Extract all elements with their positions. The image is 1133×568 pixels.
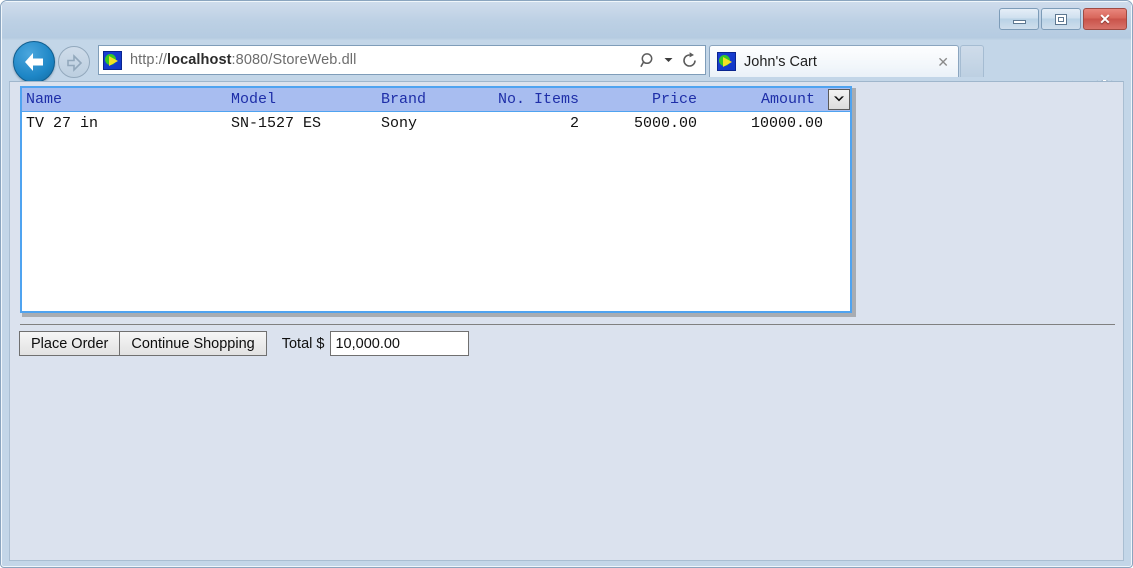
forward-button — [58, 46, 90, 78]
tab-favicon-icon — [717, 52, 736, 71]
column-header-brand[interactable]: Brand — [377, 91, 472, 108]
grid-column-chooser-button[interactable] — [828, 89, 850, 110]
cell-model: SN-1527 ES — [231, 115, 322, 132]
maximize-button[interactable] — [1041, 8, 1081, 30]
tab-johns-cart[interactable]: John's Cart ✕ — [709, 45, 959, 77]
cell-price: 5000.00 — [633, 115, 697, 132]
browser-window: ✕ http://localhost:8080/StoreWeb.dll Joh… — [0, 0, 1133, 568]
total-input[interactable]: 10,000.00 — [330, 331, 470, 356]
cart-grid[interactable]: Name Model Brand No. Items Price Amount — [20, 86, 852, 313]
address-url-text: http://localhost:8080/StoreWeb.dll — [130, 52, 356, 68]
grid-body: TV 27 in SN-1527 ES Sony 2 5000.00 10000… — [22, 112, 850, 135]
address-bar[interactable]: http://localhost:8080/StoreWeb.dll — [98, 45, 706, 75]
tab-close-icon[interactable]: ✕ — [937, 55, 949, 69]
window-controls: ✕ — [999, 8, 1127, 30]
column-header-name[interactable]: Name — [22, 91, 227, 108]
site-favicon-icon — [103, 50, 122, 70]
action-bar: Place Order Continue Shopping Total $ 10… — [19, 331, 470, 356]
cell-amount: 10000.00 — [750, 115, 823, 132]
title-bar: ✕ — [2, 2, 1131, 38]
new-tab-button[interactable] — [960, 45, 984, 77]
refresh-icon[interactable] — [678, 47, 700, 73]
tab-strip: John's Cart ✕ — [709, 45, 985, 78]
back-button[interactable] — [13, 41, 55, 83]
cell-brand: Sony — [381, 115, 418, 132]
column-header-model[interactable]: Model — [227, 91, 377, 108]
url-host: localhost — [166, 52, 232, 68]
close-icon: ✕ — [1084, 9, 1126, 29]
url-prefix: http:// — [130, 52, 167, 68]
search-icon[interactable] — [637, 47, 659, 73]
address-bar-buttons — [637, 47, 705, 73]
minimize-button[interactable] — [999, 8, 1039, 30]
page-content: Name Model Brand No. Items Price Amount — [9, 81, 1124, 561]
minimize-icon — [1000, 9, 1038, 29]
close-window-button[interactable]: ✕ — [1083, 8, 1127, 30]
place-order-button[interactable]: Place Order — [19, 331, 121, 356]
column-header-amount[interactable]: Amount — [701, 91, 819, 108]
column-header-price[interactable]: Price — [583, 91, 701, 108]
divider — [20, 324, 1115, 325]
table-row[interactable]: TV 27 in SN-1527 ES Sony 2 5000.00 10000… — [22, 112, 850, 135]
cart-grid-wrapper: Name Model Brand No. Items Price Amount — [20, 86, 856, 317]
maximize-icon — [1042, 9, 1080, 29]
grid-header-row: Name Model Brand No. Items Price Amount — [22, 88, 850, 112]
cell-no-items: 2 — [569, 115, 579, 132]
chevron-down-icon[interactable] — [662, 47, 675, 73]
chevron-down-icon — [833, 91, 845, 108]
continue-shopping-button[interactable]: Continue Shopping — [120, 331, 267, 356]
close-glyph: ✕ — [1099, 11, 1111, 27]
url-suffix: :8080/StoreWeb.dll — [231, 52, 357, 68]
cell-name: TV 27 in — [26, 115, 99, 132]
tab-title: John's Cart — [744, 53, 817, 70]
column-header-no-items[interactable]: No. Items — [472, 91, 583, 108]
navigation-bar: http://localhost:8080/StoreWeb.dll John'… — [2, 38, 1131, 105]
total-label: Total $ — [281, 335, 325, 352]
